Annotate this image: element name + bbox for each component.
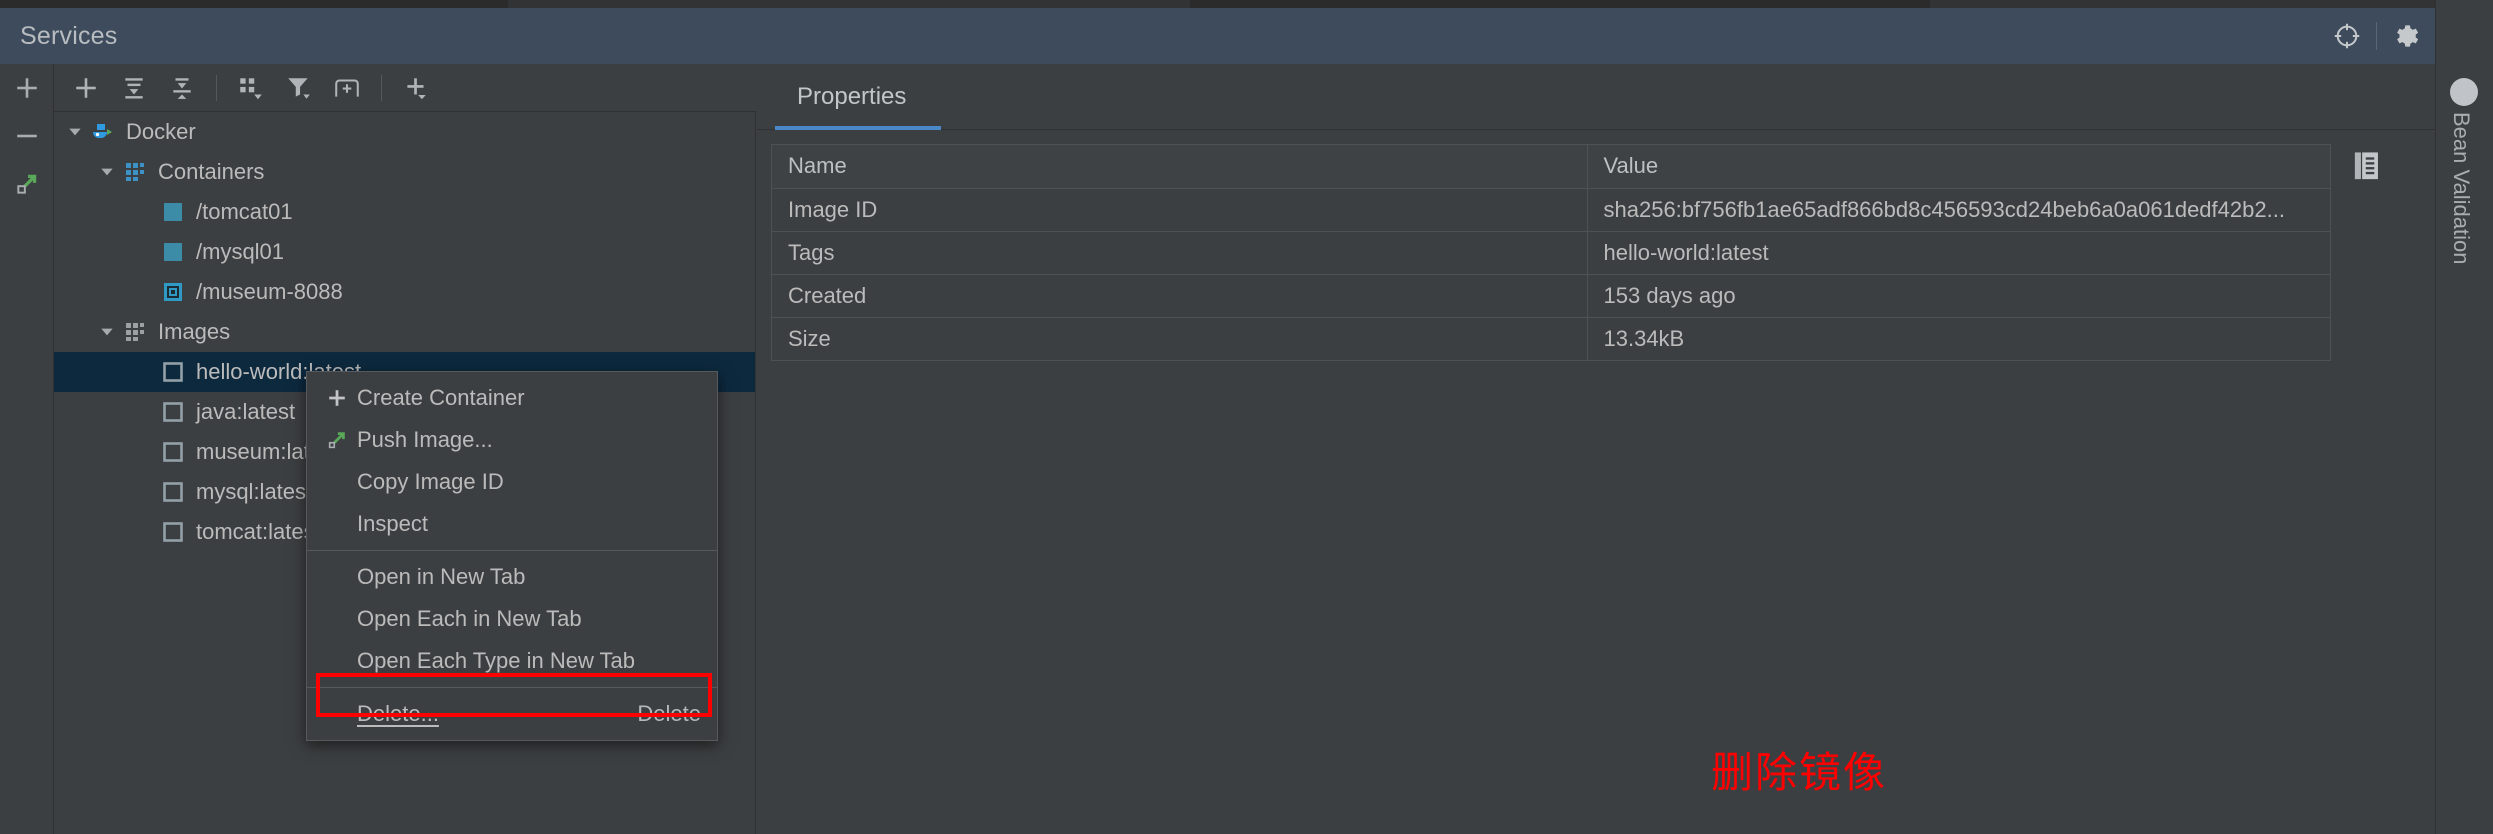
locate-icon[interactable] xyxy=(2324,13,2370,59)
jump-to-source-icon[interactable] xyxy=(0,160,54,208)
properties-tabbar: Properties xyxy=(757,64,2435,130)
tree-node-label: Images xyxy=(158,319,231,344)
chevron-down-icon[interactable] xyxy=(62,123,88,141)
chevron-down-icon[interactable] xyxy=(94,323,120,341)
titlebar-divider xyxy=(2376,22,2377,50)
services-tool-window: Services Docker Containers /tomcat01 /my… xyxy=(0,0,2493,834)
properties-table: Name Value Image ID sha256:bf756fb1ae65a… xyxy=(772,145,2330,361)
chevron-down-icon[interactable] xyxy=(94,163,120,181)
tree-node-docker[interactable]: Docker xyxy=(54,112,755,152)
image-square-icon xyxy=(158,361,188,383)
cell-name: Created xyxy=(772,274,1588,318)
image-square-icon xyxy=(158,401,188,423)
cell-name: Size xyxy=(772,317,1588,361)
containers-grid-icon xyxy=(120,160,150,184)
tree-node-label: java:latest xyxy=(196,399,296,424)
menu-item-label: Open Each Type in New Tab xyxy=(357,648,636,673)
cell-name: Image ID xyxy=(772,188,1588,232)
window-title: Services xyxy=(20,21,118,50)
annotation-text: 删除镜像 xyxy=(1711,748,1888,797)
bean-validation-icon[interactable] xyxy=(2450,78,2478,106)
tab-active-indicator xyxy=(775,126,941,130)
tree-node-label: /museum-8088 xyxy=(196,279,343,304)
menu-item-label: Create Container xyxy=(357,385,525,410)
tree-node-label: Containers xyxy=(158,159,265,184)
toolbar-divider-2 xyxy=(381,74,382,101)
collapse-all-button[interactable] xyxy=(160,68,204,108)
remove-service-button[interactable] xyxy=(0,112,54,160)
column-header-value[interactable]: Value xyxy=(1587,145,2330,189)
right-tool-rail: Bean Validation xyxy=(2435,0,2493,834)
properties-panel: Properties Name Value Image ID sha256:bf… xyxy=(757,64,2435,834)
images-grid-icon xyxy=(120,320,150,344)
menu-item-open-in-new-tab[interactable]: Open in New Tab xyxy=(307,556,717,598)
table-row[interactable]: Size 13.34kB xyxy=(772,317,2330,361)
container-stopped-icon xyxy=(158,281,188,303)
container-running-icon xyxy=(158,241,188,263)
tree-node-tomcat01[interactable]: /tomcat01 xyxy=(54,192,755,232)
add-button[interactable] xyxy=(64,68,108,108)
column-header-name[interactable]: Name xyxy=(772,145,1588,189)
menu-item-push-image[interactable]: Push Image... xyxy=(307,419,717,461)
menu-item-open-each-in-new-tab[interactable]: Open Each in New Tab xyxy=(307,598,717,640)
more-add-button[interactable] xyxy=(394,68,438,108)
menu-separator-2 xyxy=(307,687,717,688)
menu-item-label: Delete... xyxy=(357,701,439,726)
group-by-button[interactable] xyxy=(229,68,273,108)
image-square-icon xyxy=(158,521,188,543)
image-square-icon xyxy=(158,441,188,463)
menu-item-label: Copy Image ID xyxy=(357,469,504,494)
cell-value: sha256:bf756fb1ae65adf866bd8c456593cd24b… xyxy=(1587,188,2330,232)
docker-whale-icon xyxy=(88,119,118,145)
table-row[interactable]: Image ID sha256:bf756fb1ae65adf866bd8c45… xyxy=(772,188,2330,232)
menu-item-inspect[interactable]: Inspect xyxy=(307,503,717,545)
bean-validation-label[interactable]: Bean Validation xyxy=(2448,112,2474,265)
expand-all-button[interactable] xyxy=(112,68,156,108)
filter-button[interactable] xyxy=(277,68,321,108)
services-titlebar: Services xyxy=(0,8,2493,64)
tree-node-museum-8088[interactable]: /museum-8088 xyxy=(54,272,755,312)
tree-node-label: tomcat:latest xyxy=(196,519,321,544)
menu-item-label: Push Image... xyxy=(357,427,493,452)
top-strip xyxy=(0,0,2493,8)
menu-item-delete[interactable]: Delete... Delete xyxy=(307,693,717,735)
toolbar-divider xyxy=(216,74,217,101)
settings-gear-icon[interactable] xyxy=(2383,13,2429,59)
tree-node-containers[interactable]: Containers xyxy=(54,152,755,192)
tab-properties[interactable]: Properties xyxy=(775,64,928,130)
menu-item-label: Inspect xyxy=(357,511,428,536)
left-icon-rail xyxy=(0,64,54,834)
tree-node-label: /tomcat01 xyxy=(196,199,293,224)
cell-name: Tags xyxy=(772,231,1588,275)
image-square-icon xyxy=(158,481,188,503)
menu-item-copy-image-id[interactable]: Copy Image ID xyxy=(307,461,717,503)
menu-item-label: Open Each in New Tab xyxy=(357,606,582,631)
cell-value: 153 days ago xyxy=(1587,274,2330,318)
container-running-icon xyxy=(158,201,188,223)
tree-node-images[interactable]: Images xyxy=(54,312,755,352)
tree-node-label: /mysql01 xyxy=(196,239,285,264)
properties-table-wrap: Name Value Image ID sha256:bf756fb1ae65a… xyxy=(771,144,2331,361)
tree-node-label: Docker xyxy=(126,119,196,144)
new-tab-button[interactable] xyxy=(325,68,369,108)
tab-label: Properties xyxy=(797,83,907,110)
tree-toolbar xyxy=(54,64,756,112)
menu-item-create-container[interactable]: Create Container xyxy=(307,377,717,419)
menu-separator xyxy=(307,550,717,551)
table-row[interactable]: Created 153 days ago xyxy=(772,274,2330,318)
table-header-row: Name Value xyxy=(772,145,2330,189)
menu-item-open-each-type-in-new-tab[interactable]: Open Each Type in New Tab xyxy=(307,640,717,682)
table-row[interactable]: Tags hello-world:latest xyxy=(772,231,2330,275)
plus-icon xyxy=(319,387,355,409)
tree-node-label: mysql:latest xyxy=(196,479,313,504)
image-context-menu[interactable]: Create Container Push Image... Copy Imag… xyxy=(306,371,718,741)
add-service-button[interactable] xyxy=(0,64,54,112)
tree-node-mysql01[interactable]: /mysql01 xyxy=(54,232,755,272)
menu-item-label: Open in New Tab xyxy=(357,564,526,589)
push-arrow-icon xyxy=(319,429,355,451)
cell-value: hello-world:latest xyxy=(1587,231,2330,275)
cell-value: 13.34kB xyxy=(1587,317,2330,361)
copy-icon[interactable] xyxy=(2335,145,2399,189)
menu-item-shortcut: Delete xyxy=(637,701,701,726)
